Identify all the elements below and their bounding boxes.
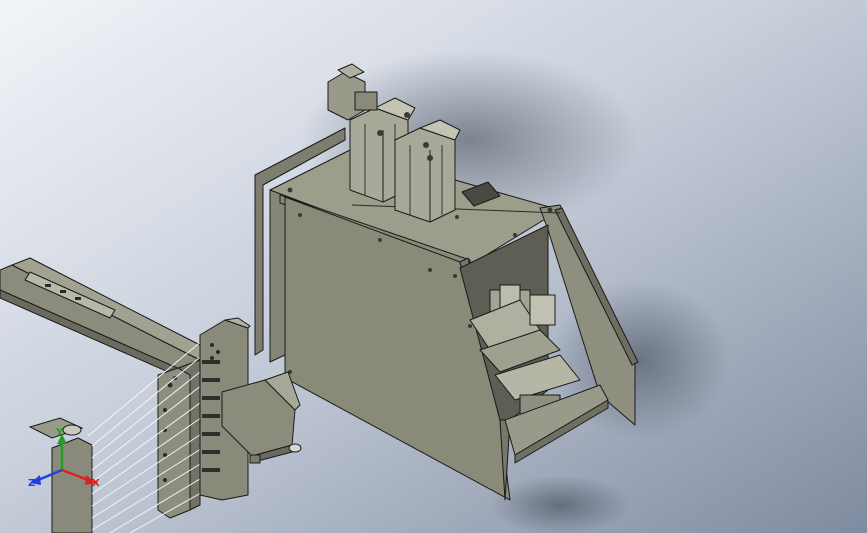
- model-canvas[interactable]: Y X Z: [0, 0, 867, 533]
- motor-bracket: [354, 91, 378, 111]
- axis-z-label: Z: [28, 478, 35, 489]
- axis-x-label: X: [92, 478, 100, 489]
- cad-viewport[interactable]: Y X Z: [0, 0, 867, 533]
- shadow: [490, 475, 630, 533]
- air-cylinder-2: [394, 127, 456, 223]
- axis-y-label: Y: [55, 427, 64, 438]
- triad-base-cube-hole: [62, 424, 82, 436]
- motor-shaft: [288, 443, 302, 453]
- interior-clamp: [529, 294, 556, 326]
- motor-foot: [249, 454, 261, 464]
- gripper-plate: [157, 367, 191, 519]
- rear-panel: [269, 182, 286, 363]
- vertical-column: [51, 437, 93, 533]
